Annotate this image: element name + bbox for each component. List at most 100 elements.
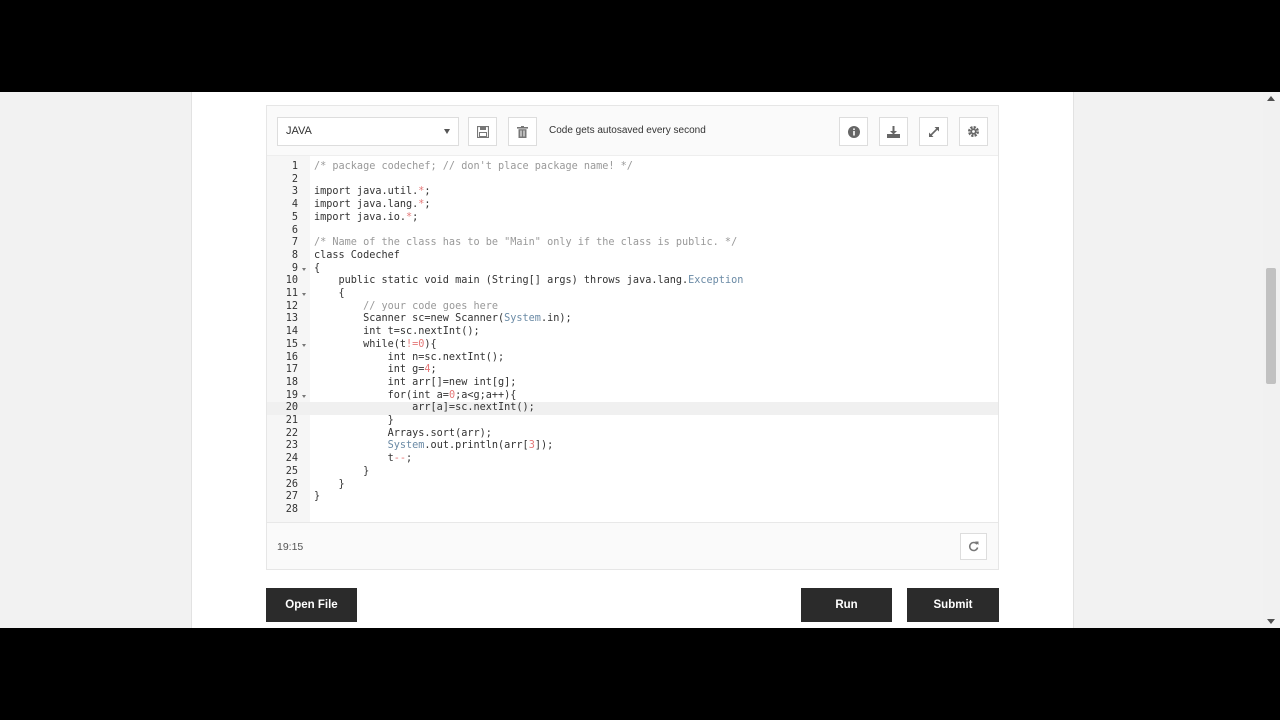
code-text: System.out.println(arr[3]); <box>387 440 554 452</box>
line-number: 9 <box>291 262 298 274</box>
fold-arrow-icon[interactable] <box>302 267 306 271</box>
download-button[interactable] <box>879 117 908 146</box>
code-line[interactable]: 1 /* package codechef; // don't place pac… <box>267 161 998 174</box>
code-text: Arrays.sort(arr); <box>314 427 492 439</box>
code-text: import java.io.*; <box>314 211 419 223</box>
line-number: 19 <box>285 389 298 401</box>
line-number: 11 <box>285 288 298 299</box>
scrollbar-thumb[interactable] <box>1266 268 1276 384</box>
refresh-icon <box>969 541 979 552</box>
line-number: 14 <box>285 326 298 338</box>
code-line[interactable]: 9{ <box>267 263 998 276</box>
code-line[interactable]: 13 Scanner sc=new Scanner(System.in); <box>267 313 998 326</box>
line-number: 1 <box>291 161 298 172</box>
code-line[interactable]: 28 <box>267 504 998 517</box>
line-number: 7 <box>291 237 298 249</box>
fold-arrow-icon[interactable] <box>302 293 306 296</box>
line-number: 28 <box>285 503 298 515</box>
language-select-value: JAVA <box>286 125 312 137</box>
code-line[interactable]: 20 arr[a]=sc.nextInt(); <box>267 402 998 415</box>
save-icon <box>476 125 489 138</box>
delete-button[interactable] <box>508 117 537 146</box>
code-text: int arr[]=new int[g]; <box>314 376 517 388</box>
code-text: int t=sc.nextInt(); <box>314 326 480 338</box>
code-text: } <box>314 491 321 503</box>
code-text: int g=4; <box>314 364 437 376</box>
cursor-position: 19:15 <box>277 541 304 553</box>
save-button[interactable] <box>468 117 497 146</box>
run-button[interactable]: Run <box>801 588 892 622</box>
code-line[interactable]: 23 System.out.println(arr[3]); <box>267 440 998 453</box>
code-line[interactable]: 5 import java.io.*; <box>267 212 998 225</box>
code-text: { <box>314 288 345 299</box>
code-line[interactable]: 27} <box>267 491 998 504</box>
line-number: 20 <box>285 402 298 414</box>
line-number: 24 <box>285 453 298 465</box>
code-line[interactable]: 18 int arr[]=new int[g]; <box>267 377 998 390</box>
info-button[interactable] <box>839 117 868 146</box>
line-number: 25 <box>285 465 298 477</box>
autosave-notice: Code gets autosaved every second <box>549 125 706 136</box>
code-text: int n=sc.nextInt(); <box>314 351 505 363</box>
code-line[interactable]: 10 public static void main (String[] arg… <box>267 275 998 288</box>
code-line[interactable]: 4 import java.lang.*; <box>267 199 998 212</box>
code-text: class Codechef <box>314 249 400 261</box>
code-text: { <box>314 262 321 274</box>
code-line[interactable]: 24 t--; <box>267 453 998 466</box>
code-line[interactable]: 26 } <box>267 479 998 492</box>
fullscreen-button[interactable] <box>919 117 948 146</box>
gear-icon <box>968 126 979 137</box>
submit-button[interactable]: Submit <box>907 588 999 622</box>
scroll-up-icon[interactable] <box>1267 96 1275 101</box>
line-number: 6 <box>291 224 298 236</box>
code-line[interactable]: 14 int t=sc.nextInt(); <box>267 326 998 339</box>
fold-arrow-icon[interactable] <box>302 394 306 398</box>
code-text: t--; <box>314 453 413 465</box>
code-text: /* package codechef; // don't place pack… <box>314 161 633 172</box>
code-line[interactable]: 8 class Codechef <box>267 250 998 263</box>
code-line[interactable]: 3 import java.util.*; <box>267 186 998 199</box>
code-line[interactable]: 15 while(t!=0){ <box>267 339 998 352</box>
page-scrollbar[interactable] <box>1263 92 1280 628</box>
code-editor[interactable]: 1 /* package codechef; // don't place pac… <box>267 156 998 522</box>
line-number: 23 <box>285 440 298 452</box>
code-line[interactable]: 12 // your code goes here <box>267 301 998 314</box>
line-number: 18 <box>285 376 298 388</box>
chevron-down-icon <box>444 129 450 134</box>
browser-viewport: JAVA Code gets autosaved every second 1 … <box>0 92 1280 628</box>
reset-button[interactable] <box>960 533 987 560</box>
line-number: 2 <box>291 173 298 185</box>
line-number: 26 <box>285 478 298 490</box>
code-line[interactable]: 22 Arrays.sort(arr); <box>267 428 998 441</box>
code-line[interactable]: 11 { <box>267 288 998 301</box>
code-text: Scanner sc=new Scanner(System.in); <box>314 313 572 325</box>
code-line[interactable]: 25 } <box>267 466 998 479</box>
settings-button[interactable] <box>959 117 988 146</box>
code-line[interactable]: 16 int n=sc.nextInt(); <box>267 352 998 365</box>
scroll-down-icon[interactable] <box>1267 619 1275 624</box>
code-text: public static void main (String[] args) … <box>314 275 744 287</box>
info-icon <box>847 125 860 138</box>
line-number: 3 <box>291 186 298 198</box>
code-line[interactable]: 21 } <box>267 415 998 428</box>
line-number: 15 <box>285 338 298 350</box>
code-line[interactable]: 6 <box>267 225 998 238</box>
code-line[interactable]: 7 /* Name of the class has to be "Main" o… <box>267 237 998 250</box>
open-file-button[interactable]: Open File <box>266 588 357 622</box>
ide-toolbar: JAVA Code gets autosaved every second <box>267 106 998 156</box>
code-text: } <box>314 415 394 426</box>
line-number: 17 <box>285 364 298 376</box>
code-text: /* Name of the class has to be "Main" on… <box>314 237 738 249</box>
line-number: 16 <box>285 351 298 363</box>
code-line[interactable]: 2 <box>267 174 998 187</box>
code-text: } <box>314 465 370 477</box>
code-text: arr[a]=sc.nextInt(); <box>314 402 535 414</box>
code-text: while(t!=0){ <box>314 338 437 350</box>
code-line[interactable]: 17 int g=4; <box>267 364 998 377</box>
download-icon <box>887 125 900 138</box>
code-line[interactable]: 19 for(int a=0;a<g;a++){ <box>267 390 998 403</box>
line-number: 22 <box>285 427 298 439</box>
language-select[interactable]: JAVA <box>277 117 459 146</box>
fold-arrow-icon[interactable] <box>302 343 306 347</box>
code-text: } <box>314 478 345 490</box>
